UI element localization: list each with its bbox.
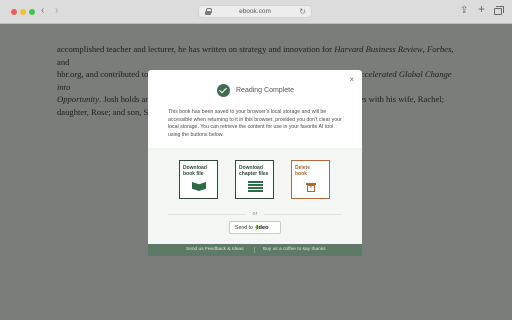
trash-can <box>307 184 315 192</box>
book-icon-shape <box>192 182 206 191</box>
article-italic: Harvard Business Review <box>334 44 423 54</box>
article-span: daughter, Rose; and son, Sa <box>57 106 153 117</box>
send-to-button[interactable]: Send to ideo <box>229 221 281 234</box>
browser-titlebar: ‹ › ebook.com ↻ ⇪ + <box>0 0 512 24</box>
book-icon <box>192 182 206 193</box>
article-span: accomplished teacher and lecturer, he ha… <box>57 44 335 54</box>
stacked-files-icon <box>248 181 263 193</box>
article-italic: Opportunity <box>57 94 100 105</box>
files-icon-line <box>248 190 263 192</box>
address-bar[interactable]: ebook.com ↻ <box>198 5 312 18</box>
download-chapters-button[interactable]: Download chapter files <box>235 160 274 199</box>
download-book-button[interactable]: Download book file <box>179 160 218 199</box>
download-chapters-label: Download chapter files <box>239 165 268 177</box>
dialog-title: Reading Complete <box>236 87 294 94</box>
label-line: chapter files <box>239 171 269 177</box>
dialog-description: This book has been saved to your browser… <box>168 109 342 138</box>
dialog-header: Reading Complete <box>148 84 362 98</box>
or-divider: or <box>168 210 342 218</box>
send-to-label: Send to <box>235 225 253 231</box>
feedback-link[interactable]: Send us Feedback & Ideas <box>186 246 244 254</box>
url-text: ebook.com <box>239 8 271 15</box>
article-italic: Forbes <box>426 44 452 54</box>
label-line: book <box>295 171 307 177</box>
files-icon-line <box>248 187 263 189</box>
buy-coffee-link[interactable]: Buy us a coffee to say thanks <box>263 246 326 254</box>
minimize-window-button[interactable] <box>20 9 26 15</box>
files-icon-line <box>248 184 263 186</box>
or-label: or <box>252 211 258 217</box>
article-line-1: accomplished teacher and lecturer, he ha… <box>57 43 457 68</box>
article-span: . Josh holds an <box>99 94 150 105</box>
trash-icon <box>306 183 316 192</box>
footer-separator <box>254 247 255 253</box>
actions-panel: Download book file Download chapter file… <box>148 148 362 248</box>
zoom-window-button[interactable] <box>29 9 35 15</box>
delete-book-label: Delete book <box>295 165 310 177</box>
label-line: book file <box>183 171 204 177</box>
download-book-label: Download book file <box>183 165 207 177</box>
forward-button[interactable]: › <box>55 5 58 17</box>
dialog-footer: Send us Feedback & Ideas Buy us a coffee… <box>148 244 362 256</box>
delete-book-button[interactable]: Delete book <box>291 160 330 199</box>
checkmark-icon <box>217 84 230 97</box>
send-to-brand: ideo <box>257 225 269 231</box>
new-tab-button[interactable]: + <box>478 3 485 15</box>
close-window-button[interactable] <box>11 9 17 15</box>
reload-icon[interactable]: ↻ <box>299 6 306 17</box>
files-icon-line <box>248 181 263 183</box>
back-button[interactable]: ‹ <box>41 5 44 17</box>
tab-overview-icon[interactable] <box>494 6 504 15</box>
share-icon[interactable]: ⇪ <box>460 5 468 17</box>
reading-complete-dialog: × Reading Complete This book has been sa… <box>148 70 362 255</box>
article-span: ives with his wife, Rachel; <box>352 94 445 105</box>
